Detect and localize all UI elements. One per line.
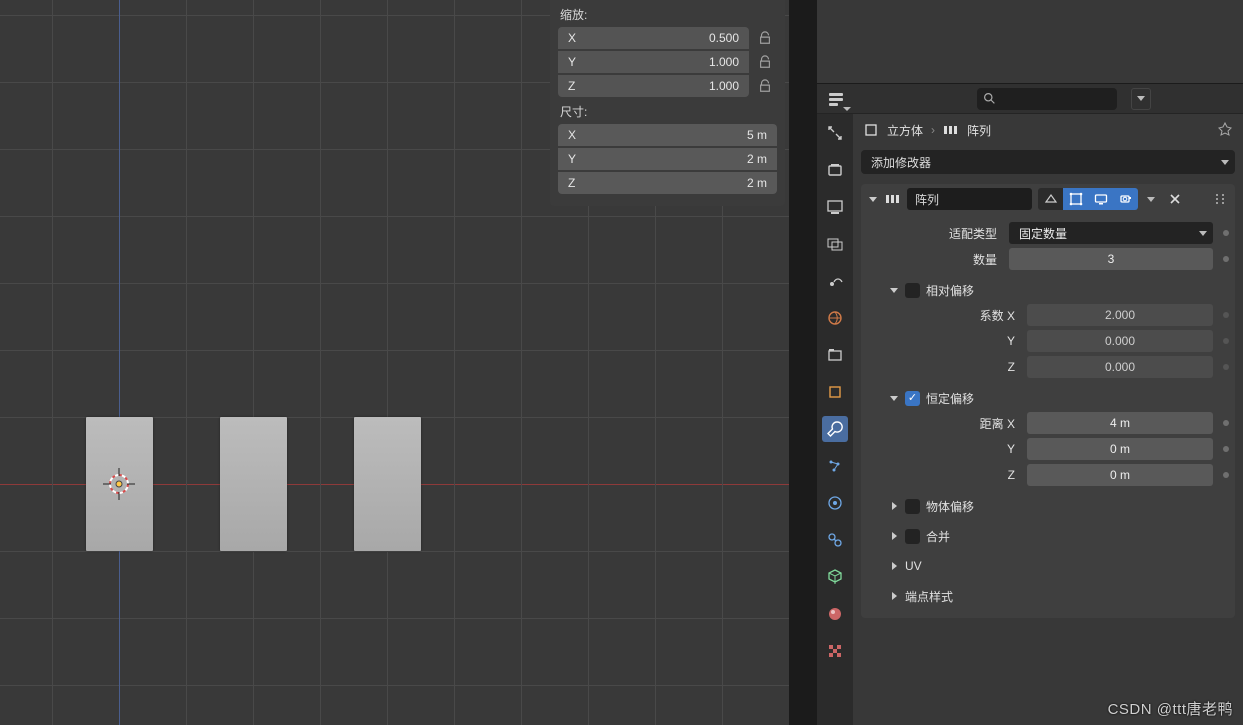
- tab-texture-icon[interactable]: [822, 638, 848, 664]
- modifier-delete-icon[interactable]: [1164, 188, 1186, 210]
- factor-z-field[interactable]: 0.000: [1027, 356, 1213, 378]
- anim-dot-icon[interactable]: [1223, 472, 1229, 478]
- tab-viewlayer-icon[interactable]: [822, 231, 848, 257]
- tab-collection-icon[interactable]: [822, 342, 848, 368]
- anim-dot-icon[interactable]: [1223, 364, 1229, 370]
- dimensions-section-label: 尺寸:: [560, 103, 777, 120]
- object-icon: [863, 122, 879, 138]
- tab-particles-icon[interactable]: [822, 453, 848, 479]
- lock-scale-z-icon[interactable]: [753, 75, 777, 97]
- merge-header[interactable]: 合并: [867, 524, 1229, 548]
- tab-world-icon[interactable]: [822, 305, 848, 331]
- modifier-header: 阵列: [861, 184, 1235, 214]
- fit-type-select[interactable]: 固定数量: [1009, 222, 1213, 244]
- tab-scene-icon[interactable]: [822, 268, 848, 294]
- breadcrumb-object[interactable]: 立方体: [887, 122, 923, 139]
- properties-search-input[interactable]: [977, 88, 1117, 110]
- factor-z-label: Z: [885, 360, 1021, 374]
- tab-object-icon[interactable]: [822, 379, 848, 405]
- tab-render-icon[interactable]: [822, 157, 848, 183]
- object-offset-header[interactable]: 物体偏移: [867, 494, 1229, 518]
- merge-checkbox[interactable]: [905, 529, 920, 544]
- constant-offset-checkbox[interactable]: [905, 391, 920, 406]
- add-modifier-dropdown[interactable]: 添加修改器: [861, 150, 1235, 174]
- chevron-right-icon: ›: [931, 123, 935, 137]
- scale-x-field[interactable]: X 0.500: [558, 27, 749, 49]
- toggle-on-cage-icon[interactable]: [1038, 188, 1063, 210]
- filter-dropdown-icon[interactable]: [1131, 88, 1151, 110]
- count-field[interactable]: 3: [1009, 248, 1213, 270]
- anim-dot-icon[interactable]: [1223, 420, 1229, 426]
- tab-data-icon[interactable]: [822, 564, 848, 590]
- lock-scale-x-icon[interactable]: [753, 27, 777, 49]
- modifier-drag-handle-icon[interactable]: [1209, 188, 1231, 210]
- tab-constraints-icon[interactable]: [822, 527, 848, 553]
- relative-offset-checkbox[interactable]: [905, 283, 920, 298]
- anim-dot-icon[interactable]: [1223, 256, 1229, 262]
- scale-y-field[interactable]: Y 1.000: [558, 51, 749, 73]
- toggle-realtime-icon[interactable]: [1088, 188, 1113, 210]
- disclose-modifier-icon[interactable]: [865, 191, 881, 207]
- modifier-extras-dropdown-icon[interactable]: [1142, 188, 1160, 210]
- viewport-object-cube[interactable]: [354, 417, 421, 551]
- properties-tab-strip: [817, 114, 853, 725]
- properties-content: 立方体 › 阵列 添加修改器 阵列: [853, 114, 1243, 725]
- dist-z-field[interactable]: 0 m: [1027, 464, 1213, 486]
- array-icon: [885, 191, 901, 207]
- viewport-object-cube[interactable]: [220, 417, 287, 551]
- breadcrumb-modifier[interactable]: 阵列: [967, 122, 991, 139]
- dist-x-label: 距离 X: [885, 415, 1021, 432]
- object-offset-checkbox[interactable]: [905, 499, 920, 514]
- anim-dot-icon[interactable]: [1223, 312, 1229, 318]
- lock-scale-y-icon[interactable]: [753, 51, 777, 73]
- tab-output-icon[interactable]: [822, 194, 848, 220]
- caps-header[interactable]: 端点样式: [867, 584, 1229, 608]
- viewport-3d[interactable]: 缩放: X 0.500 Y 1.000 Z 1.000: [0, 0, 789, 725]
- modifier-name-field[interactable]: 阵列: [907, 188, 1032, 210]
- modifier-breadcrumb: 立方体 › 阵列: [853, 114, 1243, 146]
- tab-tool-icon[interactable]: [822, 120, 848, 146]
- factor-y-label: Y: [885, 334, 1021, 348]
- anim-dot-icon[interactable]: [1223, 230, 1229, 236]
- count-label: 数量: [867, 251, 1003, 268]
- properties-top-region: [817, 0, 1243, 84]
- options-dropdown-icon[interactable]: [823, 88, 849, 110]
- fit-type-label: 适配类型: [867, 225, 1003, 242]
- n-panel-transform: 缩放: X 0.500 Y 1.000 Z 1.000: [550, 0, 785, 206]
- properties-editor: 立方体 › 阵列 添加修改器 阵列: [817, 0, 1243, 725]
- tab-physics-icon[interactable]: [822, 490, 848, 516]
- toggle-render-icon[interactable]: [1113, 188, 1138, 210]
- anim-dot-icon[interactable]: [1223, 446, 1229, 452]
- pin-icon[interactable]: [1217, 122, 1233, 138]
- array-icon: [943, 122, 959, 138]
- tab-modifiers-icon[interactable]: [822, 416, 848, 442]
- factor-x-label: 系数 X: [885, 307, 1021, 324]
- anim-dot-icon[interactable]: [1223, 338, 1229, 344]
- area-divider[interactable]: [789, 0, 817, 725]
- relative-offset-header[interactable]: 相对偏移: [867, 278, 1229, 302]
- properties-header: [817, 84, 1243, 114]
- constant-offset-header[interactable]: 恒定偏移: [867, 386, 1229, 410]
- dim-x-field[interactable]: X 5 m: [558, 124, 777, 146]
- tab-material-icon[interactable]: [822, 601, 848, 627]
- dim-z-field[interactable]: Z 2 m: [558, 172, 777, 194]
- viewport-object-cube[interactable]: [86, 417, 153, 551]
- dist-x-field[interactable]: 4 m: [1027, 412, 1213, 434]
- dist-z-label: Z: [885, 468, 1021, 482]
- scale-z-field[interactable]: Z 1.000: [558, 75, 749, 97]
- scale-section-label: 缩放:: [560, 6, 777, 23]
- toggle-edit-mode-icon[interactable]: [1063, 188, 1088, 210]
- uv-header[interactable]: UV: [867, 554, 1229, 578]
- dist-y-field[interactable]: 0 m: [1027, 438, 1213, 460]
- modifier-display-toggles: [1038, 188, 1138, 210]
- dist-y-label: Y: [885, 442, 1021, 456]
- modifier-body: 适配类型 固定数量 数量 3 相: [861, 214, 1235, 618]
- dim-y-field[interactable]: Y 2 m: [558, 148, 777, 170]
- factor-x-field[interactable]: 2.000: [1027, 304, 1213, 326]
- watermark-text: CSDN @ttt唐老鸭: [1108, 698, 1233, 719]
- factor-y-field[interactable]: 0.000: [1027, 330, 1213, 352]
